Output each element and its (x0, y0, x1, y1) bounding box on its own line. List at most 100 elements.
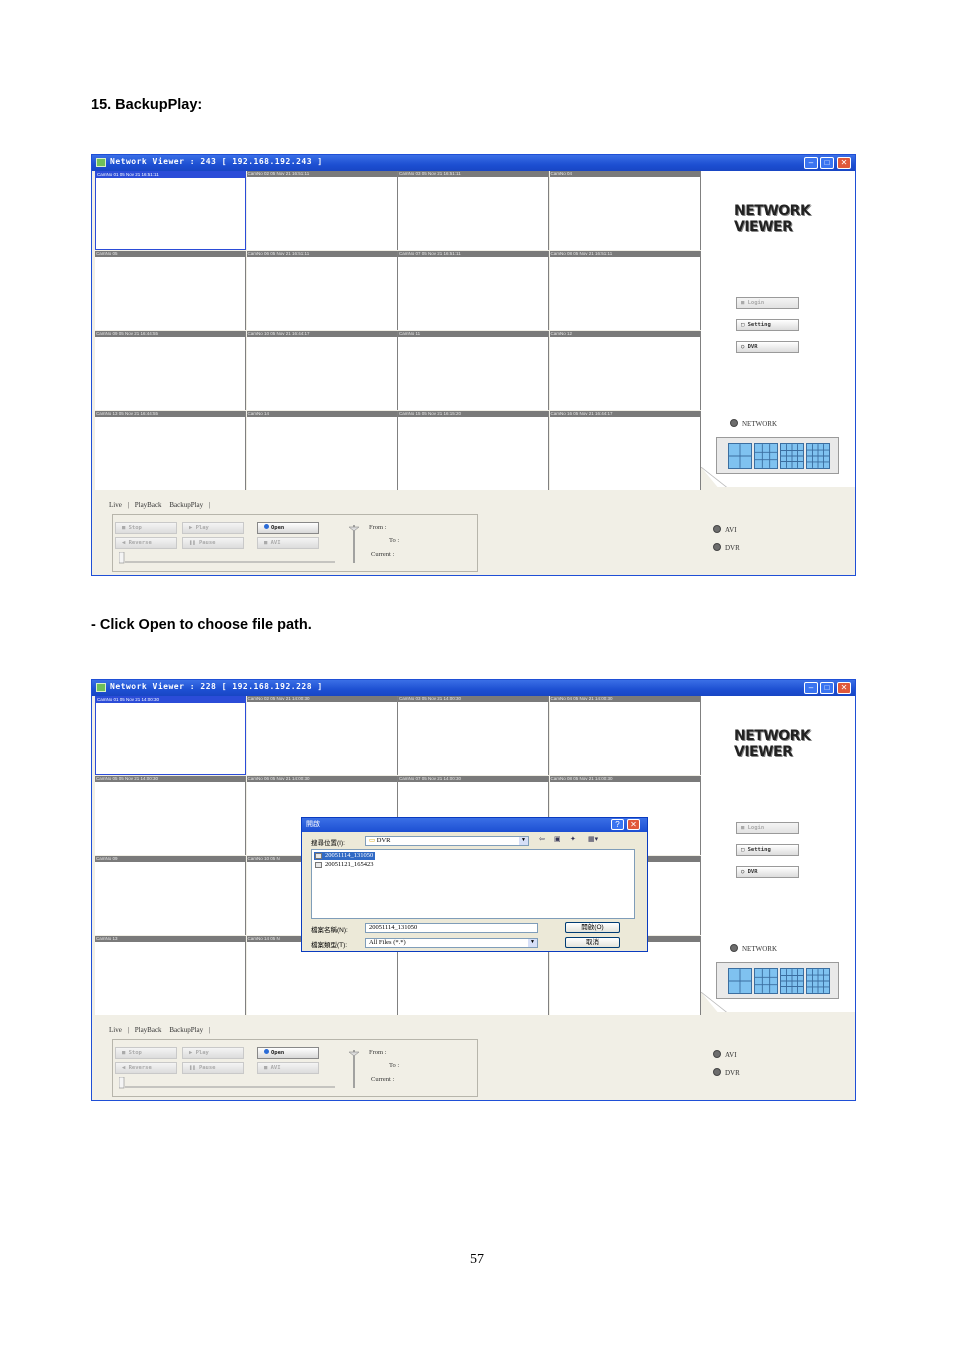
login-button[interactable]: ■ Login (736, 822, 799, 834)
avi-radio[interactable]: AVI (713, 525, 737, 534)
camera-view-16[interactable]: CamNo 16 05 Nov 21 16:44:17 (549, 411, 701, 490)
avi-button[interactable]: ■ AVI (257, 537, 319, 549)
setting-button[interactable]: □ Setting (736, 844, 799, 856)
dvr-radio[interactable]: DVR (713, 543, 740, 552)
back-icon[interactable]: ⇦ (539, 836, 548, 844)
camera-view-15[interactable]: CamNo 15 05 Nov 21 16:15:20 (398, 411, 549, 490)
help-icon[interactable]: ? (611, 819, 624, 830)
camera-view-12[interactable]: CamNo 12 (549, 331, 701, 410)
camera-view-2[interactable]: CamNo 02 05 Nov 21 16:51:11 (246, 171, 398, 250)
camera-view-9[interactable]: CamNo 09 (95, 856, 246, 935)
play-label: Play (195, 525, 209, 531)
camera-view-13[interactable]: CamNo 13 (95, 936, 246, 1015)
position-slider[interactable] (119, 552, 335, 564)
open-file-button[interactable]: 開啟(O) (565, 922, 620, 933)
camera-view-9[interactable]: CamNo 09 05 Nov 21 16:44:55 (95, 331, 246, 410)
reverse-button[interactable]: ◀ Reverse (115, 537, 177, 549)
speed-slider[interactable] (349, 523, 359, 563)
network-radio-dot (730, 419, 738, 427)
dvr-radio[interactable]: DVR (713, 1068, 740, 1077)
close-icon[interactable]: ✕ (837, 682, 851, 694)
tab-live[interactable]: Live (109, 501, 122, 509)
avi-button[interactable]: ■ AVI (257, 1062, 319, 1074)
tab-backupplay[interactable]: BackupPlay (169, 501, 203, 509)
window-titlebar[interactable]: Network Viewer : 228 [ 192.168.192.228 ]… (92, 680, 855, 696)
up-folder-icon[interactable]: ▣ (554, 836, 563, 844)
camera-view-3[interactable]: CamNo 03 05 Nov 21 14:00:30 (398, 696, 549, 775)
filename-input[interactable]: 20051114_131050 (365, 923, 538, 933)
network-radio[interactable]: NETWORK (730, 944, 777, 953)
camera-view-11[interactable]: CamNo 11 (398, 331, 549, 410)
camera-label: CamNo 10 05 Nov 21 16:44:17 (246, 331, 397, 337)
layout-13-icon[interactable] (780, 968, 804, 994)
pause-button[interactable]: ❚❚ Pause (182, 537, 244, 549)
network-radio[interactable]: NETWORK (730, 419, 777, 428)
dvr-button[interactable]: ○ DVR (736, 341, 799, 353)
stop-icon: ■ (122, 525, 129, 531)
tab-playback[interactable]: PlayBack (135, 1026, 162, 1034)
open-button[interactable]: Open (257, 522, 319, 534)
camera-view-8[interactable]: CamNo 08 05 Nov 21 16:51:11 (549, 251, 701, 330)
camera-view-14[interactable]: CamNo 14 (246, 411, 398, 490)
minimize-icon[interactable]: – (804, 157, 818, 169)
camera-grid: CamNo 01 05 Nov 21 16:51:11 CamNo 02 05 N… (95, 171, 701, 490)
current-label: Current : (371, 1076, 395, 1083)
dialog-title: 開啟 (306, 821, 320, 828)
layout-9-icon[interactable] (754, 968, 778, 994)
list-item[interactable]: 20051121_165423 (314, 861, 376, 869)
close-icon[interactable]: ✕ (837, 157, 851, 169)
camera-view-6[interactable]: CamNo 06 05 Nov 21 16:51:11 (246, 251, 398, 330)
filetype-select[interactable]: All Files (*.*) ▼ (365, 938, 538, 948)
tab-live[interactable]: Live (109, 1026, 122, 1034)
camera-view-1[interactable]: CamNo 01 05 Nov 21 14:00:30 (95, 696, 246, 775)
avi-radio[interactable]: AVI (713, 1050, 737, 1059)
list-item[interactable]: 20051114_131050 (314, 852, 376, 860)
reverse-button[interactable]: ◀ Reverse (115, 1062, 177, 1074)
open-button[interactable]: Open (257, 1047, 319, 1059)
view-menu-icon[interactable]: ▦▾ (588, 836, 604, 844)
maximize-icon[interactable]: □ (820, 682, 834, 694)
camera-view-5[interactable]: CamNo 05 (95, 251, 246, 330)
new-folder-icon[interactable]: ✦ (570, 836, 579, 844)
camera-view-1[interactable]: CamNo 01 05 Nov 21 16:51:11 (95, 171, 246, 250)
camera-view-3[interactable]: CamNo 03 05 Nov 21 16:51:11 (398, 171, 549, 250)
pause-button[interactable]: ❚❚ Pause (182, 1062, 244, 1074)
look-in-combo[interactable]: ▭ DVR ▼ (365, 836, 529, 846)
layout-16-icon[interactable] (806, 968, 830, 994)
camera-view-10[interactable]: CamNo 10 05 Nov 21 16:44:17 (246, 331, 398, 410)
camera-view-4[interactable]: CamNo 04 05 Nov 21 14:00:30 (549, 696, 701, 775)
open-label: Open (271, 1050, 285, 1056)
login-button[interactable]: ■ Login (736, 297, 799, 309)
layout-13-icon[interactable] (780, 443, 804, 469)
stop-button[interactable]: ■ Stop (115, 522, 177, 534)
cancel-button[interactable]: 取消 (565, 937, 620, 948)
login-label: Login (747, 825, 765, 831)
minimize-icon[interactable]: – (804, 682, 818, 694)
window-titlebar[interactable]: Network Viewer : 243 [ 192.168.192.243 ]… (92, 155, 855, 171)
dvr-button[interactable]: ○ DVR (736, 866, 799, 878)
tab-playback[interactable]: PlayBack (135, 501, 162, 509)
speed-slider[interactable] (349, 1048, 359, 1088)
camera-view-7[interactable]: CamNo 07 05 Nov 21 16:51:11 (398, 251, 549, 330)
stop-button[interactable]: ■ Stop (115, 1047, 177, 1059)
camera-view-5[interactable]: CamNo 05 05 Nov 21 14:00:30 (95, 776, 246, 855)
tab-backupplay[interactable]: BackupPlay (169, 1026, 203, 1034)
camera-view-13[interactable]: CamNo 13 05 Nov 21 16:44:55 (95, 411, 246, 490)
camera-label: CamNo 07 05 Nov 21 14:00:30 (398, 776, 548, 782)
layout-4-icon[interactable] (728, 443, 752, 469)
dialog-titlebar[interactable]: 開啟 ? ✕ (302, 818, 647, 832)
camera-view-4[interactable]: CamNo 04 (549, 171, 701, 250)
camera-label: CamNo 02 05 Nov 21 16:51:11 (246, 171, 397, 177)
camera-view-2[interactable]: CamNo 02 05 Nov 21 14:00:30 (246, 696, 398, 775)
layout-4-icon[interactable] (728, 968, 752, 994)
play-button[interactable]: ▶ Play (182, 1047, 244, 1059)
playback-panel: Live | PlayBack BackupPlay | ■ Stop ▶ Pl… (95, 490, 701, 575)
layout-16-icon[interactable] (806, 443, 830, 469)
instruction-text: - Click Open to choose file path. (91, 617, 312, 633)
maximize-icon[interactable]: □ (820, 157, 834, 169)
play-button[interactable]: ▶ Play (182, 522, 244, 534)
dialog-close-icon[interactable]: ✕ (627, 819, 640, 830)
layout-9-icon[interactable] (754, 443, 778, 469)
position-slider[interactable] (119, 1077, 335, 1089)
setting-button[interactable]: □ Setting (736, 319, 799, 331)
